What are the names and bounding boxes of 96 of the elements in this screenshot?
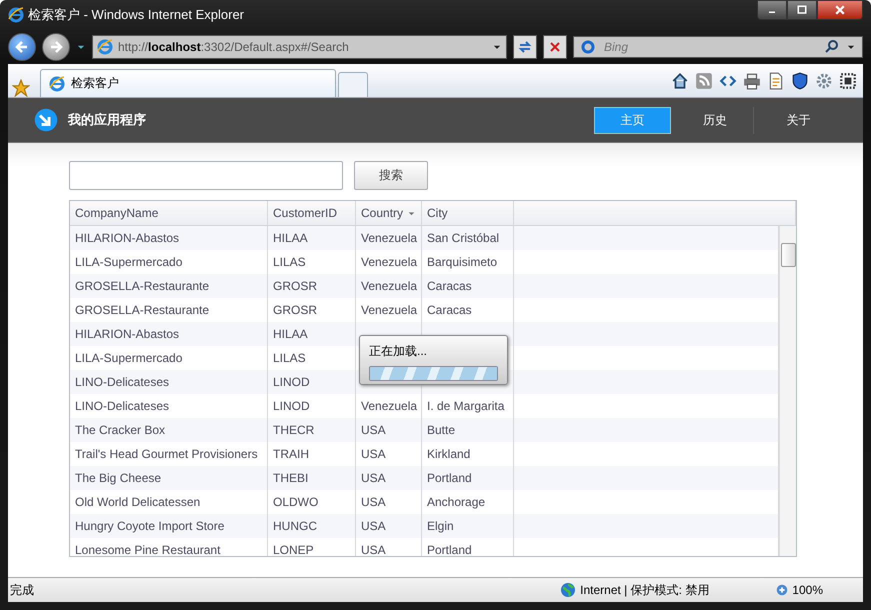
favorites-star-icon[interactable]: [12, 79, 30, 97]
refresh-icon[interactable]: [517, 39, 533, 55]
table-cell: LINO-Delicateses: [75, 399, 170, 413]
forward-button[interactable]: [42, 33, 70, 61]
table-cell: LILA-Supermercado: [75, 255, 182, 269]
table-cell: USA: [361, 423, 386, 437]
shield-icon[interactable]: [791, 72, 809, 90]
table-cell: Portland: [427, 543, 472, 556]
table-cell: HILARION-Abastos: [75, 327, 180, 341]
refresh-button[interactable]: [513, 35, 537, 59]
table-cell: The Cracker Box: [75, 423, 166, 437]
grid-icon[interactable]: [839, 72, 857, 90]
table-cell: Portland: [427, 471, 472, 485]
table-cell: GROSR: [273, 303, 318, 317]
table-cell: USA: [361, 471, 386, 485]
table-cell: The Big Cheese: [75, 471, 162, 485]
search-field[interactable]: Bing: [602, 39, 818, 55]
security-zone-text: Internet | 保护模式: 禁用: [580, 582, 710, 598]
search-box[interactable]: Bing: [573, 36, 863, 58]
search-field[interactable]: [69, 161, 343, 190]
browser-tab[interactable]: 检索客户: [40, 69, 336, 97]
table-cell: Venezuela: [361, 231, 418, 245]
address-field[interactable]: http://localhost:3302/Default.aspx#/Search: [92, 35, 507, 59]
page-icon[interactable]: [767, 72, 785, 90]
column-header[interactable]: CustomerID: [268, 201, 356, 225]
scrollbar[interactable]: [779, 226, 796, 556]
table-cell: Venezuela: [361, 279, 418, 293]
table-cell: LINOD: [273, 375, 310, 389]
close-icon[interactable]: [834, 4, 846, 16]
table-cell: Caracas: [427, 303, 472, 317]
table-cell: USA: [361, 543, 386, 556]
table-cell: Lonesome Pine Restaurant: [75, 543, 220, 556]
table-cell: Hungry Coyote Import Store: [75, 519, 224, 533]
table-cell: LINO-Delicateses: [75, 375, 170, 389]
column-header[interactable]: City: [422, 201, 514, 225]
column-header[interactable]: CompanyName: [70, 201, 268, 225]
table-cell: Trail's Head Gourmet Provisioners: [75, 447, 258, 461]
nav-link[interactable]: 关于: [760, 106, 837, 134]
table-cell: Kirkland: [427, 447, 470, 461]
back-button[interactable]: [8, 33, 36, 61]
settings-icon[interactable]: [815, 72, 833, 90]
table-cell: HILARION-Abastos: [75, 231, 180, 245]
loading-text: 正在加载...: [369, 343, 428, 360]
table-cell: USA: [361, 495, 386, 509]
table-cell: TRAIH: [273, 447, 309, 461]
table-cell: Venezuela: [361, 255, 418, 269]
table-cell: San Cristóbal: [427, 231, 500, 245]
column-header[interactable]: Country: [356, 201, 422, 225]
rss-icon[interactable]: [695, 72, 713, 90]
table-cell: USA: [361, 519, 386, 533]
maximize-icon[interactable]: [796, 4, 808, 16]
logo-icon: [34, 108, 58, 132]
maximize-button[interactable]: [787, 0, 817, 20]
table-cell: Caracas: [427, 279, 472, 293]
table-cell: OLDWO: [273, 495, 318, 509]
table-cell: Butte: [427, 423, 456, 437]
minimize-button[interactable]: [757, 0, 787, 20]
table-cell: GROSELLA-Restaurante: [75, 279, 210, 293]
table-cell: GROSR: [273, 279, 318, 293]
table-cell: LILA-Supermercado: [75, 351, 182, 365]
arrow-left-icon[interactable]: [14, 39, 30, 55]
window-title: 检索客户 - Windows Internet Explorer: [28, 6, 246, 24]
table-cell: Anchorage: [427, 495, 486, 509]
stop-button[interactable]: [543, 35, 567, 59]
zoom-level[interactable]: 100%: [792, 583, 823, 597]
app-title: 我的应用程序: [68, 111, 147, 129]
status-text: 完成: [10, 582, 35, 598]
ie-logo-icon: [8, 7, 24, 23]
search-icon[interactable]: [824, 39, 840, 55]
ie-logo-icon: [49, 76, 65, 92]
table-cell: THEBI: [273, 471, 308, 485]
close-button[interactable]: [817, 0, 863, 20]
table-cell: LILAS: [273, 255, 306, 269]
table-cell: Elgin: [427, 519, 454, 533]
table-cell: Venezuela: [361, 399, 418, 413]
table-cell: THECR: [273, 423, 314, 437]
table-cell: Old World Delicatessen: [75, 495, 200, 509]
table-cell: Barquisimeto: [427, 255, 498, 269]
home-icon[interactable]: [671, 72, 689, 90]
table-cell: GROSELLA-Restaurante: [75, 303, 210, 317]
table-cell: LONEP: [273, 543, 314, 556]
nav-link[interactable]: 历史: [677, 106, 754, 134]
printer-icon[interactable]: [743, 72, 761, 90]
ie-logo-icon: [97, 39, 113, 55]
search-button[interactable]: 搜索: [354, 161, 428, 190]
table-cell: I. de Margarita: [427, 399, 504, 413]
table-cell: HILAA: [273, 327, 308, 341]
zoom-icon[interactable]: [775, 583, 790, 597]
table-cell: HILAA: [273, 231, 308, 245]
globe-icon: [560, 582, 576, 598]
table-cell: LILAS: [273, 351, 306, 365]
table-cell: LINOD: [273, 399, 310, 413]
table-cell: HUNGC: [273, 519, 317, 533]
bing-logo-icon: [580, 39, 596, 55]
table-cell: USA: [361, 447, 386, 461]
table-cell: Venezuela: [361, 303, 418, 317]
